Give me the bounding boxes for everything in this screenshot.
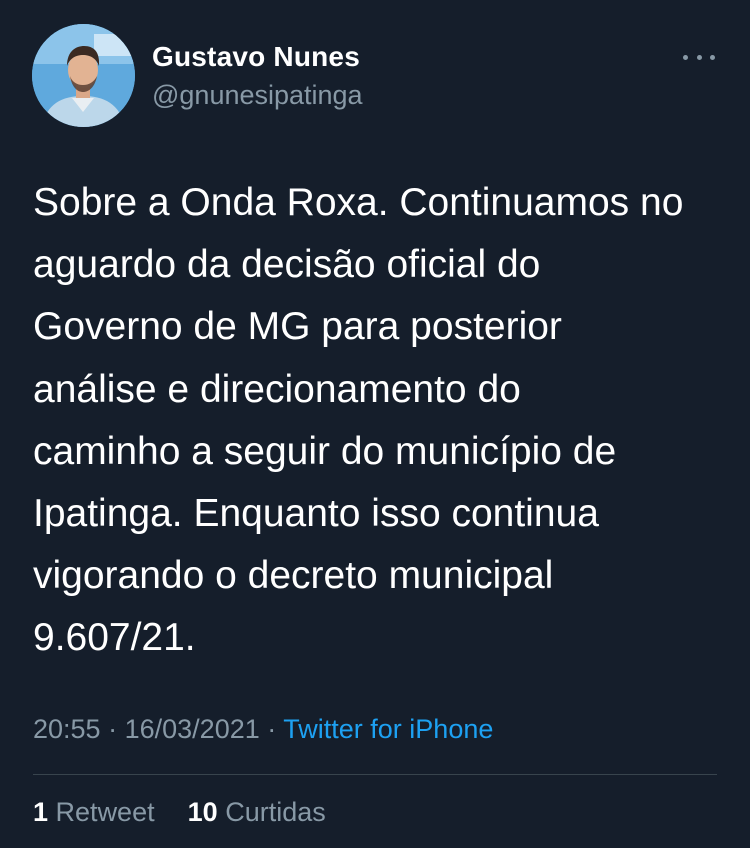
retweets-stat[interactable]: 1 Retweet (33, 797, 162, 827)
display-name[interactable]: Gustavo Nunes (152, 41, 360, 73)
tweet-text: Sobre a Onda Roxa. Continuamos no aguard… (33, 181, 684, 660)
more-horizontal-icon[interactable] (683, 45, 715, 69)
retweets-count: 1 (33, 797, 49, 827)
tweet-meta: 20:55 · 16/03/2021 · Twitter for iPhone (33, 714, 493, 745)
tweet-date[interactable]: 16/03/2021 (125, 714, 260, 744)
likes-stat[interactable]: 10 Curtidas (180, 797, 326, 827)
retweets-label: Retweet (55, 797, 155, 827)
divider (33, 774, 717, 775)
more-dot (696, 54, 702, 60)
tweet-source-link[interactable]: Twitter for iPhone (283, 714, 493, 744)
likes-label: Curtidas (225, 797, 326, 827)
more-dot (683, 54, 688, 60)
likes-count: 10 (187, 797, 218, 827)
tweet-time[interactable]: 20:55 (33, 714, 101, 744)
avatar-image (32, 24, 135, 127)
more-dot (710, 54, 715, 60)
user-handle[interactable]: @gnunesipatinga (152, 80, 363, 111)
meta-separator: · (267, 714, 277, 744)
tweet-detail: Gustavo Nunes @gnunesipatinga Sobre a On… (0, 0, 750, 848)
avatar[interactable] (32, 24, 135, 127)
tweet-stats: 1 Retweet 10 Curtidas (33, 797, 326, 828)
meta-separator: · (108, 714, 118, 744)
